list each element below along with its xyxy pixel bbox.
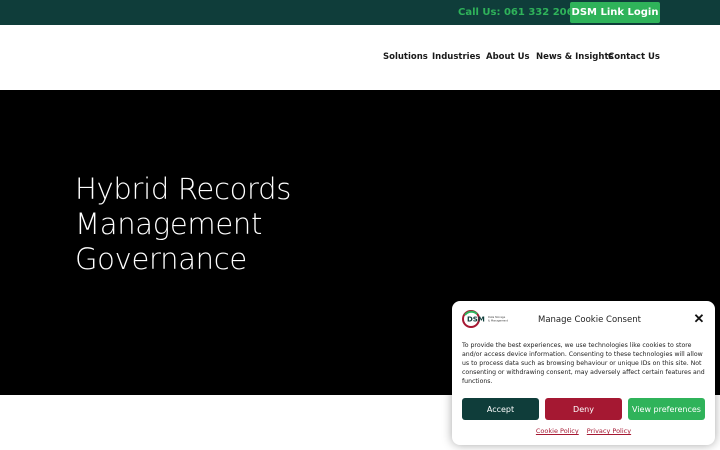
hero-title-line: Management — [75, 207, 263, 241]
hero-title: Hybrid Records Management Governance — [75, 172, 375, 277]
hero-title-line: Hybrid Records — [75, 172, 292, 206]
deny-button[interactable]: Deny — [545, 398, 622, 420]
cookie-policy-link[interactable]: Cookie Policy — [536, 427, 579, 435]
nav-about-us[interactable]: About Us — [486, 52, 530, 62]
cookie-dialog-title: Manage Cookie Consent — [538, 315, 641, 325]
top-bar: Call Us: 061 332 206 DSM Link Login — [0, 0, 720, 25]
close-icon[interactable]: ✕ — [693, 312, 705, 325]
dsm-link-login-button[interactable]: DSM Link Login — [570, 2, 660, 23]
view-preferences-button[interactable]: View preferences — [628, 398, 705, 420]
logo-text: DSM — [467, 316, 485, 324]
phone-link[interactable]: Call Us: 061 332 206 — [458, 7, 574, 18]
privacy-policy-link[interactable]: Privacy Policy — [587, 427, 631, 435]
dsm-logo: DSM Data Storage & Management — [462, 310, 508, 328]
nav-contact-us[interactable]: Contact Us — [608, 52, 660, 62]
svg-text:& Management: & Management — [488, 319, 508, 323]
cookie-consent-dialog: DSM Data Storage & Management Manage Coo… — [452, 301, 715, 445]
hero-title-line: Governance — [75, 242, 247, 276]
cookie-dialog-body: To provide the best experiences, we use … — [462, 342, 705, 385]
svg-text:Data Storage: Data Storage — [488, 315, 506, 319]
accept-button[interactable]: Accept — [462, 398, 539, 420]
nav-industries[interactable]: Industries — [432, 52, 480, 62]
site-header: Solutions Industries About Us News & Ins… — [0, 25, 720, 90]
nav-solutions[interactable]: Solutions — [383, 52, 428, 62]
cookie-policy-links: Cookie Policy Privacy Policy — [452, 427, 715, 435]
nav-news-insights[interactable]: News & Insights — [536, 52, 614, 62]
